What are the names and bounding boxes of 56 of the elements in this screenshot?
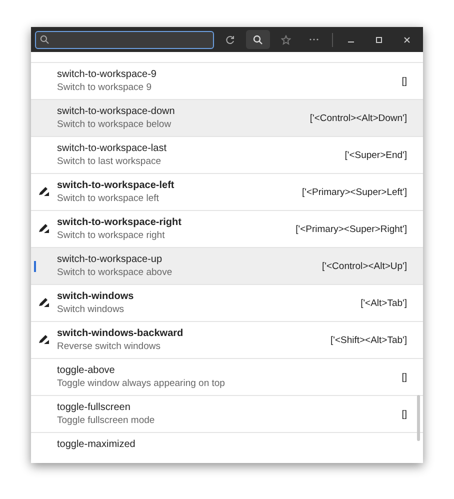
key-row[interactable]: switch-to-workspace-left Switch to workspace left ['<Primary><Super>Left'] (31, 174, 423, 211)
maximize-icon (375, 36, 383, 44)
key-name: switch-windows (57, 291, 135, 302)
key-name: switch-to-workspace-9 (57, 69, 158, 80)
key-row[interactable]: switch-to-workspace-right Switch to workspace right ['<Primary><Super>Right'] (31, 211, 423, 248)
key-value: ['<Control><Alt>Up'] (322, 260, 408, 272)
key-row[interactable]: switch-windows-backward Reverse switch windows ['<Shift><Alt>Tab'] (31, 322, 423, 359)
key-description: Reverse switch windows (57, 341, 162, 352)
search-button[interactable] (246, 30, 270, 49)
key-name: switch-to-workspace-down (57, 106, 176, 117)
key-value: ['<Super>End'] (344, 150, 408, 160)
search-icon (40, 35, 49, 44)
star-icon (281, 34, 291, 44)
key-value: ['<Primary><Super>Right'] (296, 224, 408, 234)
pencil-icon (38, 223, 50, 234)
key-description: Switch to workspace 9 (57, 82, 153, 93)
pencil-icon (38, 186, 50, 197)
key-value: ['<Alt>Tab'] (360, 298, 408, 308)
key-description: Switch to workspace right (57, 230, 166, 241)
key-name: toggle-above (57, 365, 116, 376)
scrollbar[interactable] (417, 395, 420, 441)
key-value: ['<Primary><Super>Left'] (302, 186, 408, 198)
key-name: toggle-maximized (57, 439, 136, 450)
key-description: Switch to last workspace (57, 156, 162, 167)
key-description: Switch to workspace below (57, 119, 172, 130)
key-value: [] (402, 372, 408, 382)
search-field[interactable] (35, 30, 214, 48)
key-row[interactable]: switch-to-workspace-9 Switch to workspace 9 [] (31, 63, 423, 100)
key-description: Toggle fullscreen mode (57, 415, 156, 426)
more-icon (309, 38, 319, 41)
key-row[interactable]: toggle-above Toggle window always appearing on top [] (31, 359, 423, 396)
key-name: switch-to-workspace-up (57, 254, 164, 265)
key-value: ['<Shift><Alt>Tab'] (330, 334, 408, 346)
key-row[interactable]: switch-windows Switch windows ['<Alt>Tab'] (31, 285, 423, 322)
key-description: Switch to workspace above (57, 267, 174, 278)
key-value: [] (402, 76, 408, 86)
key-row[interactable]: switch-to-workspace-last Switch to last workspace ['<Super>End'] (31, 137, 423, 174)
key-name: switch-windows-backward (57, 328, 184, 339)
key-row[interactable]: switch-to-workspace-up Switch to workspace above ['<Control><Alt>Up'] (31, 248, 423, 285)
key-description: Switch to workspace left (57, 193, 160, 204)
key-row[interactable]: toggle-fullscreen Toggle fullscreen mode [] (31, 396, 423, 433)
key-row[interactable]: switch-to-workspace-down Switch to workspace below ['<Control><Alt>Down'] (31, 100, 423, 137)
key-name: switch-to-workspace-last (57, 143, 168, 154)
pencil-icon (38, 334, 50, 345)
key-name: switch-to-workspace-left (57, 180, 176, 191)
refresh-icon (225, 34, 235, 44)
search-icon (253, 34, 263, 44)
key-description: Switch windows (57, 304, 126, 315)
key-value: ['<Control><Alt>Down'] (310, 112, 408, 124)
close-icon (403, 36, 411, 44)
key-name: toggle-fullscreen (57, 402, 132, 413)
key-value: [] (402, 408, 408, 420)
pencil-icon (38, 297, 50, 308)
key-name: switch-to-workspace-right (57, 217, 182, 228)
key-description: Toggle window always appearing on top (57, 378, 226, 389)
key-row[interactable]: toggle-maximized (31, 433, 423, 463)
